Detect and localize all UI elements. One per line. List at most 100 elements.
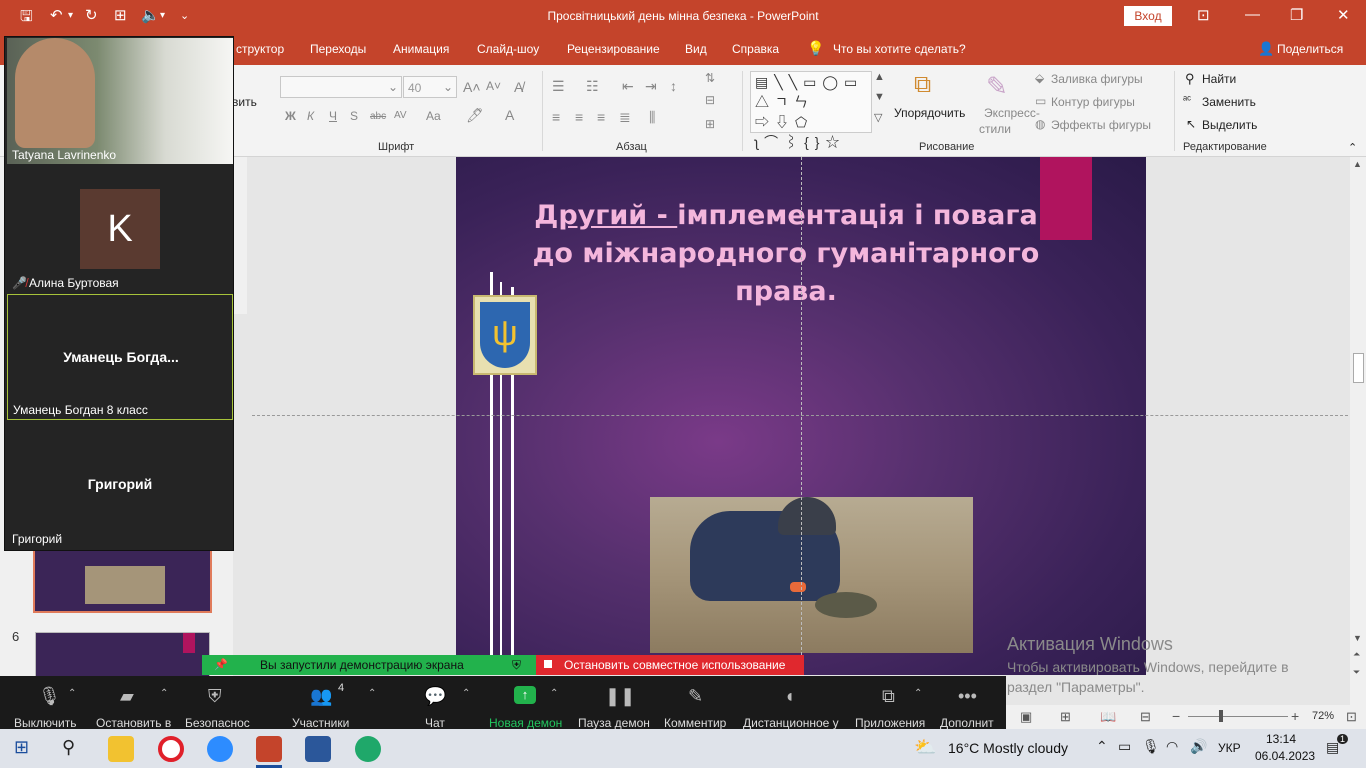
pin-icon[interactable]: 📌	[214, 655, 228, 675]
annotate-button[interactable]: Комментир	[664, 716, 726, 730]
underline-icon[interactable]: Ч	[329, 109, 337, 123]
collapse-ribbon-icon[interactable]: ⌃	[1348, 141, 1357, 154]
language-indicator[interactable]: УКР	[1218, 741, 1241, 755]
chevron-up-icon[interactable]: ⌃	[160, 688, 168, 699]
columns-icon[interactable]: ⫼	[649, 109, 655, 126]
clock-date[interactable]: 06.04.2023	[1255, 749, 1315, 763]
share-button[interactable]: Поделиться	[1277, 42, 1343, 56]
numbering-icon[interactable]: ☷	[586, 78, 599, 95]
remote-control-mouse-icon[interactable]: ◖	[784, 686, 795, 707]
zoom-slider-thumb[interactable]	[1219, 710, 1223, 722]
zoom-slider[interactable]	[1188, 716, 1288, 717]
align-right-icon[interactable]: ≡	[597, 109, 605, 125]
increase-indent-icon[interactable]: ⇥	[645, 78, 657, 95]
tell-me-search[interactable]: Что вы хотите сделать?	[833, 42, 966, 56]
participants-icon[interactable]: 👥	[310, 686, 332, 707]
security-shield-icon[interactable]: ⛨	[208, 686, 222, 707]
shrink-font-icon[interactable]: A˅	[486, 79, 501, 93]
arrange-button[interactable]: Упорядочить	[894, 106, 965, 120]
video-tile-grigoriy[interactable]: Григорий Григорий	[7, 422, 233, 548]
chevron-up-icon[interactable]: ⌃	[68, 688, 76, 699]
tab-review[interactable]: Рецензирование	[567, 42, 660, 56]
font-color-icon[interactable]: A	[505, 107, 514, 123]
stop-video-button[interactable]: Остановить в	[96, 716, 171, 730]
clear-format-icon[interactable]: A̸	[514, 79, 523, 95]
scroll-up-icon[interactable]: ▲	[1353, 159, 1362, 169]
edge-icon[interactable]	[355, 736, 381, 762]
video-tile-bogdan[interactable]: Уманець Богда... Уманець Богдан 8 класс	[7, 294, 233, 420]
shape-outline-icon[interactable]: ▭	[1035, 94, 1046, 108]
more-button[interactable]: Дополнит	[940, 716, 994, 730]
search-icon[interactable]: ⚲	[62, 737, 75, 758]
remote-control-button[interactable]: Дистанционное у	[743, 716, 839, 730]
gallery-up-icon[interactable]: ▲	[874, 71, 885, 83]
start-windows-icon[interactable]: ⊞	[14, 737, 29, 758]
battery-icon[interactable]: ▭	[1118, 738, 1131, 755]
new-share-button[interactable]: Новая демон	[489, 716, 562, 730]
signin-button[interactable]: Вход	[1124, 6, 1172, 26]
decrease-indent-icon[interactable]: ⇤	[622, 78, 634, 95]
slide-scrollbar[interactable]: ▲ ▼ ⏶ ⏷	[1350, 157, 1366, 705]
fit-slide-icon[interactable]: ⊡	[1346, 709, 1357, 725]
maximize-icon[interactable]: ❐	[1290, 6, 1303, 24]
slide-thumbnail-selected[interactable]	[33, 548, 212, 613]
highlight-icon[interactable]: 🖊	[466, 107, 484, 124]
chevron-up-icon[interactable]: ⌃	[462, 688, 470, 699]
bold-icon[interactable]: Ж	[285, 109, 296, 123]
replace-icon[interactable]: ᵃᶜ	[1183, 94, 1191, 106]
reading-view-icon[interactable]: 📖	[1100, 709, 1116, 725]
align-center-icon[interactable]: ≡	[575, 109, 583, 125]
scroll-down-icon[interactable]: ▼	[1353, 633, 1362, 643]
shadow-icon[interactable]: S	[350, 109, 358, 123]
powerpoint-icon[interactable]	[256, 736, 282, 762]
zoom-in-icon[interactable]: +	[1291, 708, 1299, 724]
scroll-thumb[interactable]	[1353, 353, 1364, 383]
text-direction-icon[interactable]: ⇅	[705, 71, 715, 85]
apps-button[interactable]: Приложения	[855, 716, 925, 730]
minimize-icon[interactable]: —	[1245, 6, 1260, 23]
slide-title[interactable]: Другий - імплементація і повага до міжна…	[516, 197, 1056, 311]
tab-slideshow[interactable]: Слайд-шоу	[477, 42, 539, 56]
wifi-icon[interactable]: ◠	[1166, 738, 1178, 755]
word-icon[interactable]	[305, 736, 331, 762]
thumbs-scrollbar[interactable]	[233, 314, 247, 714]
weather-icon[interactable]: ⛅	[914, 737, 936, 758]
select-cursor-icon[interactable]: ↖	[1186, 117, 1196, 131]
file-explorer-icon[interactable]	[108, 736, 134, 762]
gallery-down-icon[interactable]: ▼	[874, 91, 885, 103]
chevron-up-icon[interactable]: ⌃	[914, 688, 922, 699]
clock-time[interactable]: 13:14	[1266, 732, 1296, 746]
microphone-icon[interactable]: 🎙	[38, 686, 61, 707]
search-icon[interactable]: ⚲	[1185, 71, 1195, 87]
chevron-up-icon[interactable]: ⌃	[550, 688, 558, 699]
microphone-tray-icon[interactable]: 🎙	[1142, 738, 1160, 755]
quick-styles-icon[interactable]: ✎	[986, 71, 1008, 102]
paste-label-cut[interactable]: вить	[232, 95, 257, 109]
shape-fill-button[interactable]: Заливка фигуры	[1051, 72, 1143, 86]
change-case-icon[interactable]: Aa	[426, 109, 441, 123]
slide-photo-deminer[interactable]	[650, 497, 973, 653]
chevron-up-icon[interactable]: ⌃	[368, 688, 376, 699]
font-family-combo[interactable]: ⌄	[280, 76, 402, 98]
justify-icon[interactable]: ≣	[619, 109, 631, 126]
shape-effects-button[interactable]: Эффекты фигуры	[1051, 118, 1151, 132]
chat-icon[interactable]: 💬	[424, 686, 446, 707]
replace-button[interactable]: Заменить	[1202, 95, 1256, 109]
weather-text[interactable]: 16°C Mostly cloudy	[948, 740, 1068, 756]
video-tile-tatyana[interactable]: Tatyana Lavrinenko	[7, 38, 233, 164]
video-tile-alina[interactable]: K 🎤̸ Алина Буртовая	[7, 166, 233, 292]
font-size-combo[interactable]: 40 ⌄	[403, 76, 457, 98]
strike-icon[interactable]: abc	[370, 111, 386, 122]
find-button[interactable]: Найти	[1202, 72, 1236, 86]
align-left-icon[interactable]: ≡	[552, 109, 560, 125]
tray-overflow-icon[interactable]: ⌃	[1096, 738, 1108, 755]
quick-styles-label-2[interactable]: стили	[979, 122, 1011, 136]
annotate-pen-icon[interactable]: ✎	[688, 686, 703, 707]
next-slide-icon[interactable]: ⏷	[1353, 667, 1360, 678]
prev-slide-icon[interactable]: ⏶	[1353, 649, 1360, 660]
security-button[interactable]: Безопаснос	[185, 716, 250, 730]
italic-icon[interactable]: К	[307, 109, 314, 123]
tab-animation[interactable]: Анимация	[393, 42, 449, 56]
opera-icon[interactable]	[158, 736, 184, 762]
more-dots-icon[interactable]: •••	[958, 686, 977, 707]
